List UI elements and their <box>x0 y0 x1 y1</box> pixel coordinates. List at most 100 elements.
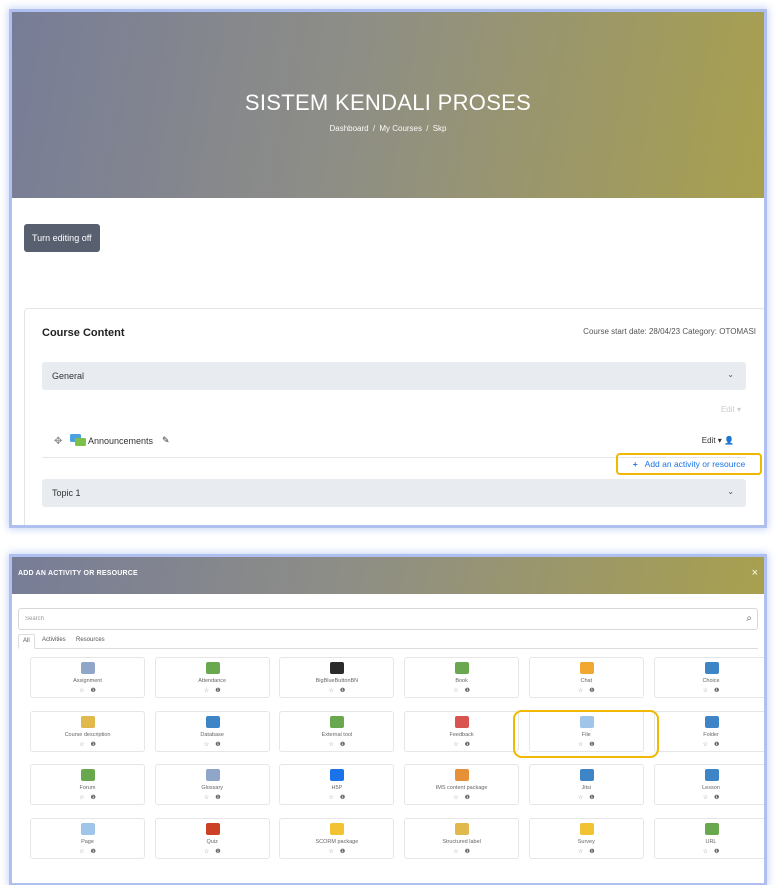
info-icon[interactable]: ❶ <box>340 688 345 694</box>
star-icon[interactable]: ☆ <box>703 688 708 694</box>
breadcrumb-course[interactable]: Skp <box>433 124 447 133</box>
h5p-icon <box>330 769 345 781</box>
star-icon[interactable]: ☆ <box>453 795 458 801</box>
activity-tile-choice[interactable]: Choice ☆ ❶ <box>653 657 765 698</box>
star-icon[interactable]: ☆ <box>329 742 334 748</box>
info-icon[interactable]: ❶ <box>91 849 96 855</box>
activity-tile-database[interactable]: Database ☆ ❶ <box>154 710 270 752</box>
activity-tile-assignment[interactable]: Assignment ☆ ❶ <box>30 657 145 698</box>
tile-actions: ☆ ❶ <box>156 848 269 855</box>
info-icon[interactable]: ❶ <box>714 795 719 801</box>
choice-icon <box>704 662 719 674</box>
tab-activities[interactable]: Activities <box>38 634 70 647</box>
star-icon[interactable]: ☆ <box>703 742 708 748</box>
close-icon[interactable]: × <box>752 567 758 579</box>
page-header: SISTEM KENDALI PROSES Dashboard / My Cou… <box>12 12 764 198</box>
activity-tile-page[interactable]: Page ☆ ❶ <box>30 817 145 859</box>
star-icon[interactable]: ☆ <box>79 742 84 748</box>
info-icon[interactable]: ❶ <box>91 688 96 694</box>
activity-tile-survey[interactable]: Survey ☆ ❶ <box>528 817 644 859</box>
turn-editing-off-button[interactable]: Turn editing off <box>24 224 100 252</box>
info-icon[interactable]: ❶ <box>340 795 345 801</box>
activity-tile-feedback[interactable]: Feedback ☆ ❶ <box>404 710 520 752</box>
info-icon[interactable]: ❶ <box>91 742 96 748</box>
star-icon[interactable]: ☆ <box>79 795 84 801</box>
star-icon[interactable]: ☆ <box>703 795 708 801</box>
star-icon[interactable]: ☆ <box>329 795 334 801</box>
info-icon[interactable]: ❶ <box>714 742 719 748</box>
info-icon[interactable]: ❶ <box>465 742 470 748</box>
star-icon[interactable]: ☆ <box>79 688 84 694</box>
activity-tile-forum[interactable]: Forum ☆ ❶ <box>30 764 145 805</box>
star-icon[interactable]: ☆ <box>329 849 334 855</box>
info-icon[interactable]: ❶ <box>340 742 345 748</box>
activity-tile-book[interactable]: Book ☆ ❶ <box>404 657 520 698</box>
announcements-link[interactable]: Announcements <box>88 436 153 446</box>
star-icon[interactable]: ☆ <box>204 795 209 801</box>
activity-tile-quiz[interactable]: Quiz ☆ ❶ <box>154 817 270 859</box>
breadcrumb-my-courses[interactable]: My Courses <box>379 124 422 133</box>
star-icon[interactable]: ☆ <box>204 688 209 694</box>
info-icon[interactable]: ❶ <box>465 795 470 801</box>
add-activity-button[interactable]: + Add an activity or resource <box>616 453 762 475</box>
info-icon[interactable]: ❶ <box>215 742 220 748</box>
star-icon[interactable]: ☆ <box>453 849 458 855</box>
activity-tile-folder[interactable]: Folder ☆ ❶ <box>653 710 764 752</box>
search-icon[interactable]: ⌕ <box>746 613 752 624</box>
info-icon[interactable]: ❶ <box>340 849 345 855</box>
info-icon[interactable]: ❶ <box>589 795 594 801</box>
star-icon[interactable]: ☆ <box>79 849 84 855</box>
bigbluebutton-icon <box>330 662 345 674</box>
activity-tile-url[interactable]: URL ☆ ❶ <box>653 817 764 859</box>
activity-tile-course-description[interactable]: Course description ☆ ❶ <box>30 710 145 752</box>
info-icon[interactable]: ❶ <box>589 849 594 855</box>
star-icon[interactable]: ☆ <box>578 795 583 801</box>
move-icon[interactable]: ✥ <box>54 436 62 447</box>
section-topic-1[interactable]: Topic 1 ⌄ <box>42 479 746 507</box>
breadcrumb-dashboard[interactable]: Dashboard <box>329 124 368 133</box>
tab-resources[interactable]: Resources <box>72 634 109 647</box>
info-icon[interactable]: ❶ <box>215 849 220 855</box>
chevron-down-icon[interactable]: ⌄ <box>727 487 734 496</box>
activity-tile-structured-label[interactable]: Structured label ☆ ❶ <box>404 817 520 859</box>
activity-tile-chat[interactable]: Chat ☆ ❶ <box>528 657 644 698</box>
activity-tile-glossary[interactable]: Glossary ☆ ❶ <box>154 764 270 805</box>
star-icon[interactable]: ☆ <box>578 849 583 855</box>
info-icon[interactable]: ❶ <box>714 849 719 855</box>
activity-tile-external-tool[interactable]: External tool ☆ ❶ <box>279 710 395 752</box>
info-icon[interactable]: ❶ <box>465 849 470 855</box>
activity-tile-label: Assignment <box>73 678 102 684</box>
activity-tile-label: Structured label <box>442 838 481 845</box>
activity-tile-label: Folder <box>703 731 719 738</box>
star-icon[interactable]: ☆ <box>329 688 334 694</box>
tab-all[interactable]: All <box>18 634 35 649</box>
info-icon[interactable]: ❶ <box>714 688 719 694</box>
activity-tile-jitsi[interactable]: Jitsi ☆ ❶ <box>528 764 644 805</box>
info-icon[interactable]: ❶ <box>589 688 594 694</box>
section-edit-menu[interactable]: Edit ▾ <box>721 405 741 414</box>
info-icon[interactable]: ❶ <box>215 795 220 801</box>
star-icon[interactable]: ☆ <box>204 742 209 748</box>
star-icon[interactable]: ☆ <box>578 688 583 694</box>
info-icon[interactable]: ❶ <box>215 688 220 694</box>
star-icon[interactable]: ☆ <box>204 849 209 855</box>
star-icon[interactable]: ☆ <box>453 688 458 694</box>
activity-tile-lesson[interactable]: Lesson ☆ ❶ <box>653 764 764 805</box>
search-input[interactable] <box>23 615 727 623</box>
activity-tile-h5p[interactable]: H5P ☆ ❶ <box>279 764 395 805</box>
activity-tile-label: Quiz <box>206 838 218 845</box>
info-icon[interactable]: ❶ <box>91 795 96 801</box>
activity-tile-bigbluebuttonbn[interactable]: BigBlueButtonBN ☆ ❶ <box>279 657 395 698</box>
pencil-icon[interactable]: ✎ <box>162 435 170 446</box>
tile-actions: ☆ ❶ <box>530 848 643 855</box>
activity-edit-menu[interactable]: Edit ▾ 👤 <box>702 436 734 445</box>
activity-tile-attendance[interactable]: Attendance ☆ ❶ <box>154 657 270 698</box>
chevron-down-icon[interactable]: ⌄ <box>727 370 734 379</box>
star-icon[interactable]: ☆ <box>453 742 458 748</box>
activity-tile-ims-content-package[interactable]: IMS content package ☆ ❶ <box>404 764 520 805</box>
tile-actions: ☆ ❶ <box>655 687 765 694</box>
info-icon[interactable]: ❶ <box>465 688 470 694</box>
activity-tile-scorm-package[interactable]: SCORM package ☆ ❶ <box>279 817 395 859</box>
section-general[interactable]: General ⌄ <box>42 362 746 390</box>
star-icon[interactable]: ☆ <box>703 849 708 855</box>
